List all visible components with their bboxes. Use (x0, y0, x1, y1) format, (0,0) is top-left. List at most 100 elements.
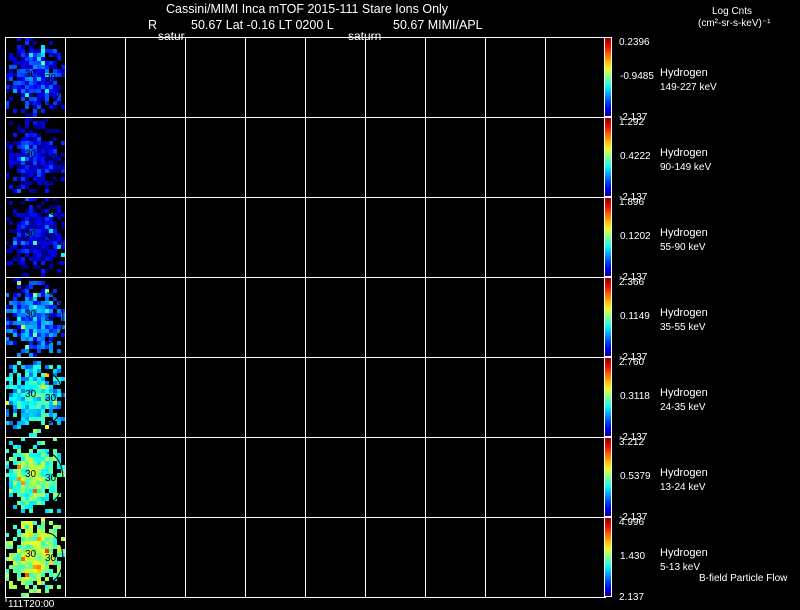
heatmap-pixel (25, 113, 29, 117)
heatmap-pixel (29, 85, 33, 89)
heatmap-pixel (25, 165, 29, 169)
heatmap-pixel (9, 221, 13, 225)
heatmap-pixel (17, 333, 21, 337)
heatmap-pixel (21, 301, 25, 305)
orbit-label-r: R (148, 18, 158, 32)
heatmap-pixel (53, 529, 57, 533)
heatmap-pixel (37, 557, 41, 561)
grid-cell (365, 357, 426, 438)
heatmap-pixel (49, 265, 53, 269)
heatmap-pixel (37, 105, 41, 109)
heatmap-pixel (21, 349, 25, 353)
heatmap-pixel (17, 565, 21, 569)
heatmap-pixel (41, 537, 45, 541)
heatmap-pixel (13, 305, 17, 309)
heatmap-pixel (17, 157, 21, 161)
heatmap-pixel (17, 185, 21, 189)
heatmap-pixel (25, 245, 29, 249)
heatmap-pixel (33, 213, 37, 217)
heatmap-pixel (41, 201, 45, 205)
heatmap-pixel (21, 541, 25, 545)
heatmap-pixel (21, 109, 25, 113)
heatmap-pixel (33, 209, 37, 213)
heatmap-pixel (37, 153, 41, 157)
heatmap-pixel (41, 421, 45, 425)
heatmap-pixel (17, 553, 21, 557)
heatmap-pixel (37, 569, 41, 573)
heatmap-pixel (25, 421, 29, 425)
heatmap-pixel (53, 145, 57, 149)
heatmap-pixel (37, 245, 41, 249)
heatmap-pixel (29, 337, 33, 341)
heatmap-pixel (49, 409, 53, 413)
heatmap-pixel (37, 481, 41, 485)
heatmap-pixel (45, 457, 49, 461)
heatmap-pixel (33, 561, 37, 565)
heatmap-pixel (57, 101, 61, 105)
heatmap-pixel (9, 69, 13, 73)
heatmap-pixel (21, 521, 25, 525)
grid-cell (305, 37, 366, 118)
heatmap-pixel (41, 145, 45, 149)
heatmap-pixel (17, 489, 21, 493)
heatmap-pixel (41, 337, 45, 341)
heatmap-pixel (33, 85, 37, 89)
heatmap-pixel (21, 245, 25, 249)
heatmap-pixel (17, 529, 21, 533)
heatmap-pixel (29, 189, 33, 193)
heatmap-pixel (17, 377, 21, 381)
grid-cell (305, 117, 366, 198)
heatmap-pixel (49, 345, 53, 349)
heatmap-pixel (17, 381, 21, 385)
heatmap-pixel (17, 389, 21, 393)
heatmap-pixel (49, 41, 53, 45)
heatmap-pixel (53, 89, 57, 93)
colorbar-max-label: 1.896 (619, 197, 644, 208)
heatmap-pixel (33, 257, 37, 261)
heatmap-pixel (37, 333, 41, 337)
colorbar-max-label: 1.292 (619, 117, 644, 128)
heatmap-pixel (21, 289, 25, 293)
heatmap-pixel (21, 321, 25, 325)
heatmap-pixel (29, 561, 33, 565)
heatmap-pixel (45, 589, 49, 593)
heatmap-pixel (21, 325, 25, 329)
heatmap-pixel (37, 69, 41, 73)
heatmap-pixel (33, 169, 37, 173)
heatmap-pixel (57, 565, 61, 569)
heatmap-pixel (17, 317, 21, 321)
heatmap-pixel (33, 49, 37, 53)
heatmap-pixel (49, 257, 53, 261)
heatmap-pixel (21, 89, 25, 93)
heatmap-pixel (17, 361, 21, 365)
grid-cell (125, 437, 186, 518)
heatmap-pixel (37, 101, 41, 105)
heatmap-pixel (21, 565, 25, 569)
heatmap-pixel (37, 221, 41, 225)
heatmap-pixel (49, 93, 53, 97)
heatmap-pixel (37, 181, 41, 185)
heatmap-pixel (37, 553, 41, 557)
heatmap-pixel (29, 489, 33, 493)
lat-marker-right: 30 (45, 553, 57, 564)
heatmap-pixel (9, 565, 13, 569)
energy-label: 55-90 keV (660, 242, 706, 253)
heatmap-pixel (41, 177, 45, 181)
heatmap-pixel (17, 421, 21, 425)
heatmap-pixel (9, 309, 13, 313)
colorbar-max-label: 3.212 (619, 437, 644, 448)
heatmap-pixel (13, 385, 17, 389)
heatmap-pixel (45, 293, 49, 297)
heatmap-pixel (57, 365, 61, 369)
colorbar-mid-label: 0.3118 (620, 391, 650, 402)
heatmap-pixel (57, 129, 61, 133)
heatmap-pixel (49, 489, 53, 493)
heatmap-pixel (21, 169, 25, 173)
heatmap-pixel (61, 333, 65, 337)
heatmap-pixel (45, 165, 49, 169)
heatmap-pixel (37, 497, 41, 501)
heatmap-pixel (33, 445, 37, 449)
heatmap-pixel (25, 533, 29, 537)
heatmap-pixel (33, 217, 37, 221)
species-label: Hydrogen (660, 147, 708, 159)
